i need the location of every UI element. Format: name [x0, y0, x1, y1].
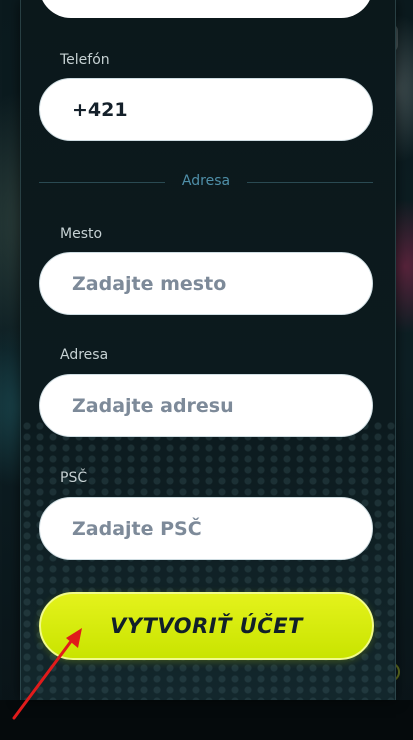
arrow-annotation-icon: [12, 628, 82, 720]
city-label: Mesto: [60, 226, 103, 242]
city-placeholder: Zadajte mesto: [72, 272, 227, 295]
divider-left: [39, 182, 165, 183]
phone-field[interactable]: +421: [39, 78, 373, 141]
zip-label: PSČ: [60, 470, 88, 486]
section-divider-label: Adresa: [181, 173, 231, 189]
zip-placeholder: Zadajte PSČ: [72, 517, 202, 540]
address-field[interactable]: Zadajte adresu: [39, 374, 373, 437]
zip-field[interactable]: Zadajte PSČ: [39, 497, 373, 560]
address-placeholder: Zadajte adresu: [72, 394, 234, 417]
address-label: Adresa: [60, 347, 109, 363]
phone-label: Telefón: [60, 52, 110, 68]
divider-right: [247, 182, 373, 183]
phone-value: +421: [72, 98, 128, 121]
previous-field-input[interactable]: [39, 0, 373, 18]
city-field[interactable]: Zadajte mesto: [39, 252, 373, 315]
